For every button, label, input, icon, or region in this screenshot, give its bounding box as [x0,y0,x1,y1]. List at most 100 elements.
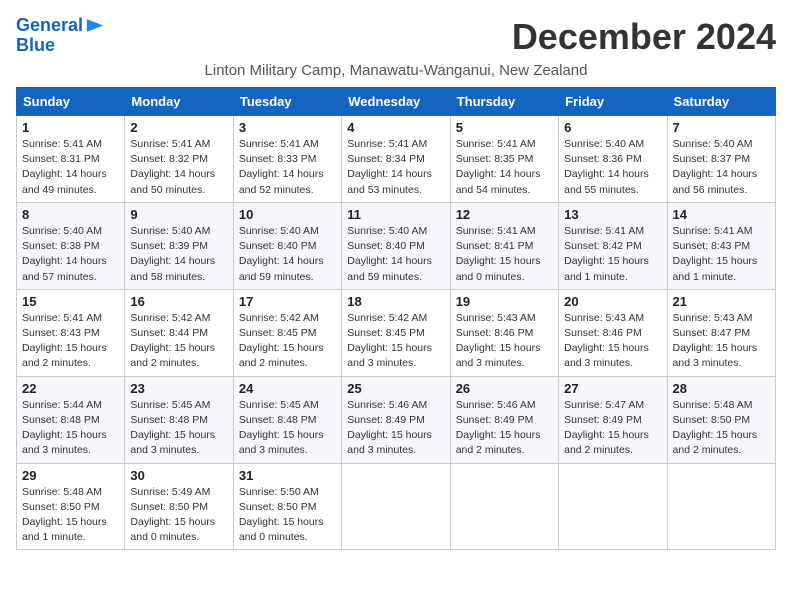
day-info: Sunrise: 5:42 AM Sunset: 8:45 PM Dayligh… [347,311,444,372]
calendar-cell: 14 Sunrise: 5:41 AM Sunset: 8:43 PM Dayli… [667,202,775,289]
calendar-cell: 23 Sunrise: 5:45 AM Sunset: 8:48 PM Dayli… [125,376,233,463]
logo: General Blue [16,16,105,56]
calendar-cell: 9 Sunrise: 5:40 AM Sunset: 8:39 PM Daylig… [125,202,233,289]
day-number: 30 [130,468,227,483]
day-number: 3 [239,120,336,135]
day-number: 10 [239,207,336,222]
calendar-cell: 29Sunrise: 5:48 AM Sunset: 8:50 PM Dayli… [17,463,125,550]
calendar-cell: 7 Sunrise: 5:40 AM Sunset: 8:37 PM Daylig… [667,116,775,203]
calendar-cell: 2 Sunrise: 5:41 AM Sunset: 8:32 PM Daylig… [125,116,233,203]
day-info: Sunrise: 5:43 AM Sunset: 8:46 PM Dayligh… [564,311,661,372]
day-number: 2 [130,120,227,135]
day-number: 12 [456,207,553,222]
day-number: 23 [130,381,227,396]
calendar-cell: 1Sunrise: 5:41 AM Sunset: 8:31 PM Daylig… [17,116,125,203]
calendar-cell: 20 Sunrise: 5:43 AM Sunset: 8:46 PM Dayli… [559,289,667,376]
day-number: 4 [347,120,444,135]
calendar-cell [559,463,667,550]
calendar-day-header: Wednesday [342,88,450,116]
calendar-week-row: 29Sunrise: 5:48 AM Sunset: 8:50 PM Dayli… [17,463,776,550]
day-number: 21 [673,294,770,309]
day-info: Sunrise: 5:40 AM Sunset: 8:36 PM Dayligh… [564,137,661,198]
calendar-header-row: SundayMondayTuesdayWednesdayThursdayFrid… [17,88,776,116]
day-number: 11 [347,207,444,222]
day-info: Sunrise: 5:43 AM Sunset: 8:46 PM Dayligh… [456,311,553,372]
day-info: Sunrise: 5:46 AM Sunset: 8:49 PM Dayligh… [456,398,553,459]
day-info: Sunrise: 5:45 AM Sunset: 8:48 PM Dayligh… [130,398,227,459]
day-number: 9 [130,207,227,222]
day-number: 7 [673,120,770,135]
day-info: Sunrise: 5:42 AM Sunset: 8:45 PM Dayligh… [239,311,336,372]
day-info: Sunrise: 5:48 AM Sunset: 8:50 PM Dayligh… [22,485,119,546]
calendar-week-row: 1Sunrise: 5:41 AM Sunset: 8:31 PM Daylig… [17,116,776,203]
day-info: Sunrise: 5:41 AM Sunset: 8:43 PM Dayligh… [22,311,119,372]
day-number: 8 [22,207,119,222]
day-number: 17 [239,294,336,309]
day-number: 28 [673,381,770,396]
calendar-week-row: 22 Sunrise: 5:44 AM Sunset: 8:48 PM Dayli… [17,376,776,463]
calendar-body: 1Sunrise: 5:41 AM Sunset: 8:31 PM Daylig… [17,116,776,550]
day-info: Sunrise: 5:44 AM Sunset: 8:48 PM Dayligh… [22,398,119,459]
calendar-cell: 24Sunrise: 5:45 AM Sunset: 8:48 PM Dayli… [233,376,341,463]
calendar-cell: 15 Sunrise: 5:41 AM Sunset: 8:43 PM Dayli… [17,289,125,376]
day-info: Sunrise: 5:41 AM Sunset: 8:32 PM Dayligh… [130,137,227,198]
calendar-cell: 30Sunrise: 5:49 AM Sunset: 8:50 PM Dayli… [125,463,233,550]
calendar-cell: 11 Sunrise: 5:40 AM Sunset: 8:40 PM Dayli… [342,202,450,289]
day-number: 15 [22,294,119,309]
day-info: Sunrise: 5:42 AM Sunset: 8:44 PM Dayligh… [130,311,227,372]
calendar-cell: 19 Sunrise: 5:43 AM Sunset: 8:46 PM Dayli… [450,289,558,376]
calendar-cell [342,463,450,550]
calendar-cell: 28Sunrise: 5:48 AM Sunset: 8:50 PM Dayli… [667,376,775,463]
day-info: Sunrise: 5:41 AM Sunset: 8:34 PM Dayligh… [347,137,444,198]
day-info: Sunrise: 5:43 AM Sunset: 8:47 PM Dayligh… [673,311,770,372]
calendar-week-row: 15 Sunrise: 5:41 AM Sunset: 8:43 PM Dayli… [17,289,776,376]
day-info: Sunrise: 5:40 AM Sunset: 8:40 PM Dayligh… [239,224,336,285]
calendar-cell: 18 Sunrise: 5:42 AM Sunset: 8:45 PM Dayli… [342,289,450,376]
logo-blue: Blue [16,36,55,56]
calendar-cell: 6 Sunrise: 5:40 AM Sunset: 8:36 PM Daylig… [559,116,667,203]
calendar-cell: 27Sunrise: 5:47 AM Sunset: 8:49 PM Dayli… [559,376,667,463]
calendar-cell [450,463,558,550]
location-title: Linton Military Camp, Manawatu-Wanganui,… [16,62,776,79]
day-number: 18 [347,294,444,309]
day-info: Sunrise: 5:40 AM Sunset: 8:39 PM Dayligh… [130,224,227,285]
calendar-cell: 12Sunrise: 5:41 AM Sunset: 8:41 PM Dayli… [450,202,558,289]
calendar-day-header: Saturday [667,88,775,116]
day-number: 19 [456,294,553,309]
day-number: 20 [564,294,661,309]
day-number: 14 [673,207,770,222]
day-number: 31 [239,468,336,483]
calendar-cell: 25Sunrise: 5:46 AM Sunset: 8:49 PM Dayli… [342,376,450,463]
calendar-day-header: Thursday [450,88,558,116]
day-info: Sunrise: 5:41 AM Sunset: 8:35 PM Dayligh… [456,137,553,198]
day-number: 25 [347,381,444,396]
day-info: Sunrise: 5:41 AM Sunset: 8:31 PM Dayligh… [22,137,119,198]
calendar-day-header: Sunday [17,88,125,116]
day-info: Sunrise: 5:41 AM Sunset: 8:42 PM Dayligh… [564,224,661,285]
calendar-cell: 4 Sunrise: 5:41 AM Sunset: 8:34 PM Daylig… [342,116,450,203]
calendar-cell: 8 Sunrise: 5:40 AM Sunset: 8:38 PM Daylig… [17,202,125,289]
calendar-cell: 10 Sunrise: 5:40 AM Sunset: 8:40 PM Dayli… [233,202,341,289]
day-info: Sunrise: 5:41 AM Sunset: 8:43 PM Dayligh… [673,224,770,285]
day-info: Sunrise: 5:40 AM Sunset: 8:37 PM Dayligh… [673,137,770,198]
calendar-cell: 3Sunrise: 5:41 AM Sunset: 8:33 PM Daylig… [233,116,341,203]
calendar-cell: 13Sunrise: 5:41 AM Sunset: 8:42 PM Dayli… [559,202,667,289]
calendar-day-header: Friday [559,88,667,116]
calendar-cell: 26 Sunrise: 5:46 AM Sunset: 8:49 PM Dayli… [450,376,558,463]
calendar-cell: 31 Sunrise: 5:50 AM Sunset: 8:50 PM Dayli… [233,463,341,550]
day-number: 16 [130,294,227,309]
calendar-week-row: 8 Sunrise: 5:40 AM Sunset: 8:38 PM Daylig… [17,202,776,289]
calendar-cell: 21 Sunrise: 5:43 AM Sunset: 8:47 PM Dayli… [667,289,775,376]
day-number: 6 [564,120,661,135]
day-number: 26 [456,381,553,396]
calendar-day-header: Tuesday [233,88,341,116]
day-number: 27 [564,381,661,396]
day-info: Sunrise: 5:40 AM Sunset: 8:40 PM Dayligh… [347,224,444,285]
page-header: General Blue December 2024 [16,16,776,58]
logo-text: General [16,16,83,36]
day-info: Sunrise: 5:50 AM Sunset: 8:50 PM Dayligh… [239,485,336,546]
calendar-day-header: Monday [125,88,233,116]
day-info: Sunrise: 5:40 AM Sunset: 8:38 PM Dayligh… [22,224,119,285]
logo-icon [85,19,105,33]
day-number: 22 [22,381,119,396]
